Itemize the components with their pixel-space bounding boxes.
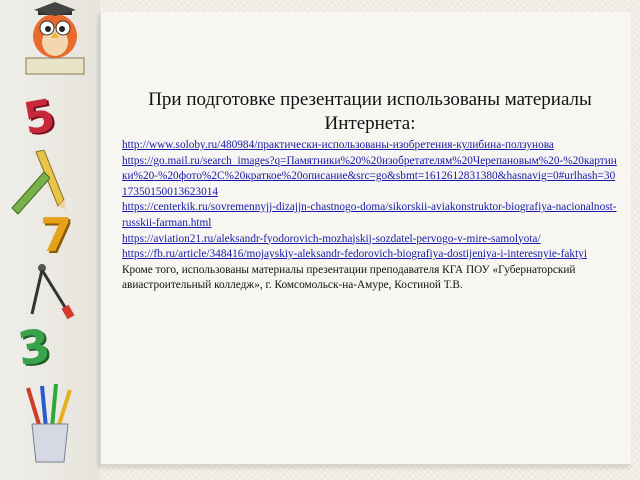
pencil-cup-icon — [26, 384, 72, 463]
slide-title: При подготовке презентации использованы … — [148, 89, 592, 134]
source-link-2[interactable]: https://go.mail.ru/search_images?q=Памят… — [122, 155, 617, 198]
source-link-1[interactable]: http://www.soloby.ru/480984/практически-… — [122, 139, 554, 151]
credits-note: Кроме того, использованы материалы презе… — [122, 263, 576, 292]
source-link-3[interactable]: https://centerkik.ru/sovremennyjj-dizajj… — [122, 201, 617, 229]
source-link-5[interactable]: https://fb.ru/article/348416/mojayskiy-a… — [122, 248, 587, 260]
digit-seven-icon: 7 — [40, 208, 73, 262]
owl-teacher-icon — [25, 2, 85, 75]
compass-icon — [30, 264, 75, 320]
sources-list: http://www.soloby.ru/480984/практически-… — [122, 138, 617, 294]
source-link-4[interactable]: https://aviation21.ru/aleksandr-fyodorov… — [122, 233, 541, 245]
